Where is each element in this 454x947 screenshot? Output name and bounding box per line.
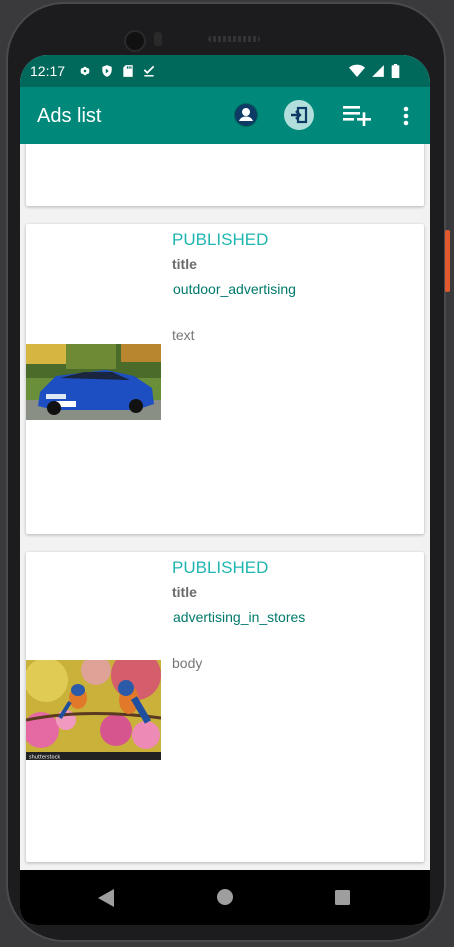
app-bar: Ads list <box>20 87 430 144</box>
ad-status: PUBLISHED <box>172 558 269 577</box>
list-item[interactable] <box>26 144 424 206</box>
screen: 12:17 Ads list PUBLISHED title outdoor_a… <box>20 55 430 925</box>
blue-car-image <box>26 344 161 420</box>
status-icons-right <box>349 64 400 78</box>
watermark-text: shutterstock <box>29 755 60 761</box>
login-icon[interactable] <box>284 100 314 130</box>
front-camera <box>124 30 146 52</box>
account-icon[interactable] <box>233 102 259 128</box>
page-title: Ads list <box>37 105 102 127</box>
ad-text: body <box>172 655 203 671</box>
gear-icon <box>79 66 91 76</box>
back-icon[interactable] <box>98 889 114 907</box>
status-time: 12:17 <box>30 63 66 79</box>
list-item[interactable]: shutterstock PUBLISHED title advertising… <box>26 552 424 862</box>
sd-card-icon <box>123 65 133 77</box>
navigation-bar <box>20 870 430 925</box>
list-item[interactable]: PUBLISHED title outdoor_advertising text <box>26 224 424 534</box>
more-vert-icon[interactable] <box>403 106 409 126</box>
download-done-icon <box>143 65 155 77</box>
speaker-grille <box>208 36 260 42</box>
playlist-add-icon[interactable] <box>343 104 373 126</box>
recents-icon[interactable] <box>335 890 350 905</box>
power-button <box>445 230 450 292</box>
play-protect-icon <box>102 65 112 77</box>
wifi-icon <box>349 64 365 77</box>
ad-title: title <box>172 256 197 272</box>
ad-status: PUBLISHED <box>172 230 269 249</box>
ads-list[interactable]: PUBLISHED title outdoor_advertising text <box>20 144 430 870</box>
status-icons-left <box>78 64 156 78</box>
battery-icon <box>391 64 400 78</box>
birds-on-blossoms-image: shutterstock <box>26 660 161 760</box>
signal-icon <box>372 65 384 77</box>
home-icon[interactable] <box>217 889 233 905</box>
sensor <box>154 32 162 46</box>
ad-text: text <box>172 327 195 343</box>
ad-type: outdoor_advertising <box>173 281 296 297</box>
ad-title: title <box>172 584 197 600</box>
ad-type: advertising_in_stores <box>173 609 306 625</box>
status-bar: 12:17 <box>20 55 430 87</box>
